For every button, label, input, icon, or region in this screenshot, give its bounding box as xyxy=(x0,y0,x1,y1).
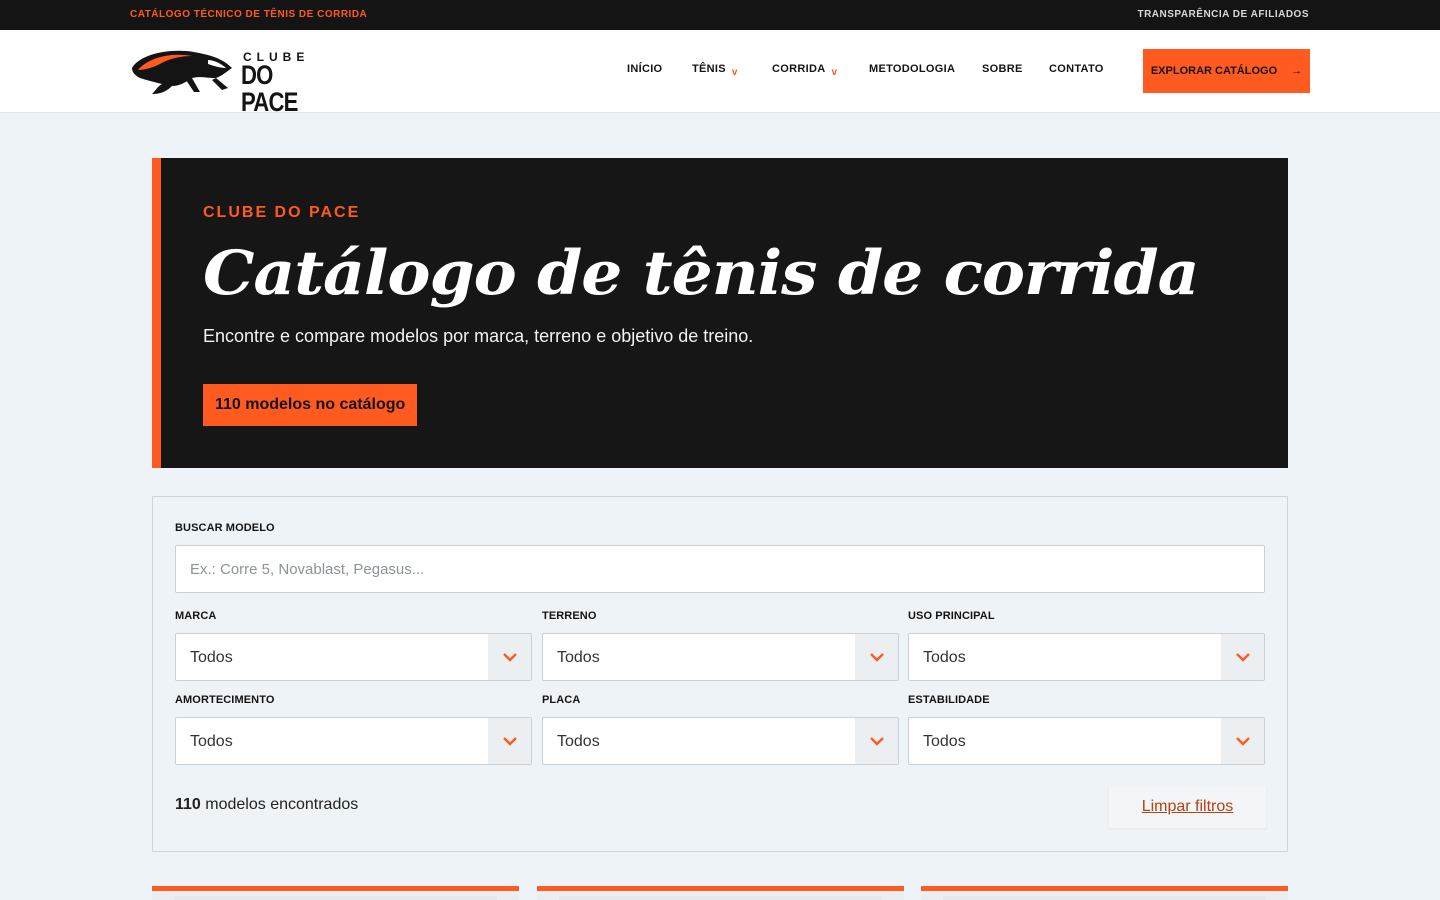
explore-catalog-button[interactable]: EXPLORAR CATÁLOGO → xyxy=(1143,49,1310,93)
hero-eyebrow: CLUBE DO PACE xyxy=(203,204,361,221)
terrain-filter-label: TERRENO xyxy=(542,610,597,622)
arrow-right-icon: → xyxy=(1291,65,1303,77)
hero-banner: CLUBE DO PACE Catálogo de tênis de corri… xyxy=(152,158,1288,468)
cushioning-select-value: Todos xyxy=(190,733,233,750)
filter-panel: BUSCAR MODELO MARCA Todos TERRENO Todos … xyxy=(152,496,1288,852)
cushioning-filter-label: AMORTECIMENTO xyxy=(175,694,275,706)
chevron-down-icon xyxy=(855,634,898,680)
cushioning-select[interactable]: Todos xyxy=(175,717,532,765)
main-use-select-value: Todos xyxy=(923,649,966,666)
explore-catalog-label: EXPLORAR CATÁLOGO xyxy=(1150,65,1278,77)
hero-subtitle: Encontre e compare modelos por marca, te… xyxy=(203,326,754,346)
stability-select-value: Todos xyxy=(923,733,966,750)
nav-sobre[interactable]: SOBRE xyxy=(982,63,1023,75)
chevron-down-icon xyxy=(488,718,531,764)
main-use-filter-label: USO PRINCIPAL xyxy=(908,610,995,622)
chevron-down-icon: v xyxy=(831,67,838,78)
chevron-down-icon xyxy=(488,634,531,680)
results-count-text: modelos encontrados xyxy=(205,796,359,813)
plate-select[interactable]: Todos xyxy=(542,717,899,765)
stability-filter-label: ESTABILIDADE xyxy=(908,694,990,706)
brand-select-value: Todos xyxy=(190,649,233,666)
search-input[interactable] xyxy=(176,546,1264,592)
product-card-image xyxy=(559,896,882,900)
search-label: BUSCAR MODELO xyxy=(175,522,275,534)
chevron-down-icon: v xyxy=(731,67,738,78)
search-field[interactable] xyxy=(175,545,1265,593)
page-title: Catálogo de tênis de corrida xyxy=(203,238,1200,309)
site-logo[interactable]: CLUBE DO PACE xyxy=(130,46,312,116)
main-use-select[interactable]: Todos xyxy=(908,633,1265,681)
chevron-down-icon xyxy=(855,718,898,764)
product-card-image xyxy=(943,896,1266,900)
terrain-select-value: Todos xyxy=(557,649,600,666)
results-count-number: 110 xyxy=(175,796,201,813)
nav-metodologia[interactable]: METODOLOGIA xyxy=(869,63,955,75)
product-card[interactable] xyxy=(537,886,904,900)
affiliate-transparency-link[interactable]: TRANSPARÊNCIA DE AFILIADOS xyxy=(1137,9,1309,20)
results-count: 110 modelos encontrados xyxy=(175,796,358,814)
chevron-down-icon xyxy=(1221,718,1264,764)
clear-filters-button[interactable]: Limpar filtros xyxy=(1109,786,1266,828)
nav-corrida[interactable]: CORRIDA v xyxy=(772,63,837,78)
panther-logo-icon xyxy=(132,50,232,94)
brand-select[interactable]: Todos xyxy=(175,633,532,681)
nav-contato[interactable]: CONTATO xyxy=(1049,63,1104,75)
catalog-count-badge: 110 modelos no catálogo xyxy=(203,384,418,426)
logo-text-bottom: DO PACE xyxy=(241,60,298,117)
plate-select-value: Todos xyxy=(557,733,600,750)
nav-tenis[interactable]: TÊNIS v xyxy=(692,63,737,78)
nav-corrida-label: CORRIDA xyxy=(772,63,826,75)
terrain-select[interactable]: Todos xyxy=(542,633,899,681)
nav-tenis-label: TÊNIS xyxy=(692,63,726,75)
plate-filter-label: PLACA xyxy=(542,694,581,706)
stability-select[interactable]: Todos xyxy=(908,717,1265,765)
chevron-down-icon xyxy=(1221,634,1264,680)
product-card[interactable] xyxy=(921,886,1288,900)
brand-filter-label: MARCA xyxy=(175,610,217,622)
top-bar-tagline: CATÁLOGO TÉCNICO DE TÊNIS DE CORRIDA xyxy=(130,9,368,20)
nav-inicio[interactable]: INÍCIO xyxy=(627,63,662,75)
top-bar: CATÁLOGO TÉCNICO DE TÊNIS DE CORRIDA TRA… xyxy=(0,0,1440,30)
product-card-image xyxy=(174,896,497,900)
product-card[interactable] xyxy=(152,886,519,900)
